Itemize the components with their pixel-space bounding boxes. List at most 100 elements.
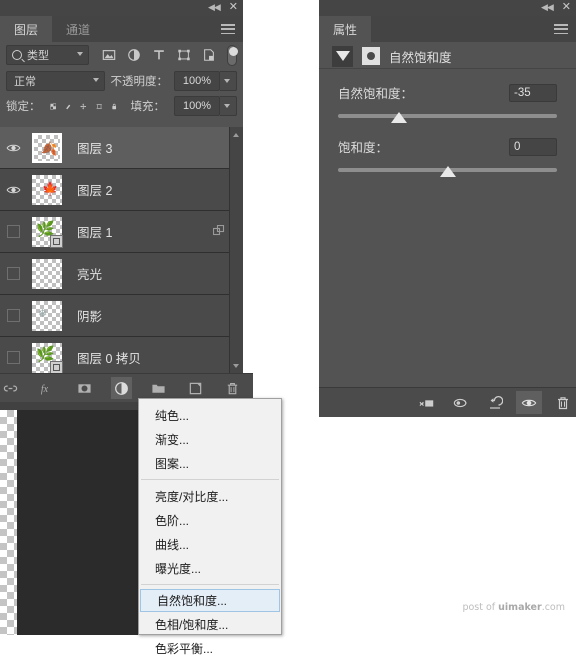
collapse-icon[interactable]: ◀◀ (541, 2, 554, 12)
toggle-previous-state-button[interactable] (448, 391, 474, 414)
lock-image-icon[interactable] (65, 100, 71, 113)
tab-layers[interactable]: 图层 (0, 16, 53, 42)
table-row[interactable]: 🌿 图层 0 拷贝 (0, 337, 243, 374)
toggle-visibility-button[interactable] (516, 391, 542, 414)
new-layer-icon (189, 382, 202, 394)
menu-item-exposure[interactable]: 曝光度... (139, 556, 281, 580)
shape-filter-icon[interactable] (177, 48, 191, 62)
layer-thumb-art: 🍂 (41, 140, 58, 156)
blend-mode-select[interactable]: 正常 (6, 71, 105, 91)
triangle-down-icon (335, 51, 350, 61)
layer-visibility-toggle[interactable] (0, 185, 27, 195)
layer-mask-icon (78, 383, 91, 393)
layer-fx-button[interactable]: fx (37, 377, 58, 399)
svg-text:fx: fx (41, 383, 49, 394)
new-adjustment-layer-button[interactable] (111, 377, 132, 399)
delete-layer-button[interactable] (222, 377, 243, 399)
layer-name[interactable]: 图层 2 (67, 180, 243, 199)
scroll-down-icon[interactable] (233, 364, 239, 368)
search-icon (12, 50, 22, 60)
close-icon[interactable]: ✕ (562, 2, 571, 13)
table-row[interactable]: 🍂 图层 3 (0, 127, 243, 169)
vibrance-label: 自然饱和度： (338, 87, 414, 101)
adjustment-filter-icon[interactable] (127, 48, 141, 62)
layers-scrollbar[interactable] (229, 127, 243, 374)
panel-menu-icon[interactable] (554, 24, 568, 34)
link-layers-button[interactable] (0, 377, 21, 399)
menu-item-hue-saturation[interactable]: 色相/饱和度... (139, 612, 281, 636)
fill-input[interactable]: 100% (174, 96, 221, 116)
smart-object-filter-icon[interactable] (202, 48, 216, 62)
menu-item-solid-color[interactable]: 纯色... (139, 403, 281, 427)
properties-bottom-toolbar (319, 387, 576, 417)
clip-to-layer-button[interactable] (414, 391, 440, 414)
lock-transparency-icon[interactable] (49, 100, 56, 113)
layer-thumbnail[interactable]: 🍂 (27, 132, 67, 163)
table-row[interactable]: ❄ 阴影 (0, 295, 243, 337)
lock-artboard-icon[interactable] (96, 100, 102, 113)
table-row[interactable]: 🌿 图层 1 (0, 211, 243, 253)
reset-button[interactable] (482, 391, 508, 414)
lock-position-icon[interactable] (80, 100, 87, 113)
lock-all-icon[interactable] (111, 100, 117, 113)
layer-thumbnail[interactable]: 🍁 (27, 174, 67, 205)
saturation-slider-track[interactable] (338, 166, 557, 177)
linked-layers-icon[interactable] (213, 225, 225, 237)
menu-item-levels[interactable]: 色阶... (139, 508, 281, 532)
close-icon[interactable]: ✕ (229, 2, 238, 13)
collapse-icon[interactable]: ◀◀ (208, 2, 221, 12)
menu-item-vibrance[interactable]: 自然饱和度... (140, 589, 280, 612)
toggle-visibility-icon (521, 399, 537, 406)
layer-name[interactable]: 图层 0 拷贝 (67, 348, 243, 367)
layer-visibility-toggle[interactable] (0, 143, 27, 153)
fill-dropdown-icon[interactable] (220, 96, 238, 116)
filter-enable-toggle[interactable] (226, 44, 239, 66)
layer-thumbnail[interactable]: 🌿 (27, 342, 67, 374)
layer-visibility-toggle[interactable] (0, 225, 27, 238)
layer-name[interactable]: 亮光 (67, 264, 243, 283)
smart-object-badge-icon (50, 360, 63, 374)
layer-thumbnail[interactable] (27, 258, 67, 289)
layer-thumbnail[interactable]: ❄ (27, 300, 67, 331)
expand-adjustments-button[interactable] (332, 45, 353, 67)
layer-thumbnail[interactable]: 🌿 (27, 216, 67, 248)
lock-label: 锁定： (6, 101, 41, 113)
layer-visibility-toggle[interactable] (0, 351, 27, 364)
eye-off-icon (7, 351, 20, 364)
layer-mask-button[interactable] (74, 377, 95, 399)
new-group-button[interactable] (148, 377, 169, 399)
vibrance-input[interactable]: -35 (509, 83, 557, 102)
layer-name[interactable]: 阴影 (67, 306, 243, 325)
filter-type-select[interactable]: 类型 (6, 45, 89, 65)
table-row[interactable]: 🍁 图层 2 (0, 169, 243, 211)
credit-brand: uimaker (498, 602, 542, 613)
menu-item-curves[interactable]: 曲线... (139, 532, 281, 556)
layer-visibility-toggle[interactable] (0, 267, 27, 280)
panel-menu-icon[interactable] (221, 24, 235, 34)
saturation-slider-handle[interactable] (439, 166, 456, 177)
layer-visibility-toggle[interactable] (0, 309, 27, 322)
saturation-input[interactable]: 0 (509, 137, 557, 156)
vibrance-slider-handle[interactable] (391, 112, 408, 123)
tab-properties[interactable]: 属性 (319, 16, 372, 42)
layer-name[interactable]: 图层 3 (67, 138, 243, 157)
tab-channels[interactable]: 通道 (52, 16, 105, 42)
menu-item-color-balance[interactable]: 色彩平衡... (139, 636, 281, 660)
properties-body: 自然饱和度： -35 饱和度： 0 (319, 68, 576, 389)
text-filter-icon[interactable] (152, 48, 166, 62)
adjustment-type-button[interactable] (362, 47, 380, 65)
chevron-down-icon (92, 78, 99, 82)
properties-header: 自然饱和度 (319, 42, 576, 70)
opacity-input[interactable]: 100% (174, 71, 220, 91)
table-row[interactable]: 亮光 (0, 253, 243, 295)
opacity-dropdown-icon[interactable] (220, 71, 237, 91)
menu-item-brightness-contrast[interactable]: 亮度/对比度... (139, 484, 281, 508)
scroll-up-icon[interactable] (233, 133, 239, 137)
vibrance-slider-track[interactable] (338, 112, 557, 123)
menu-item-gradient[interactable]: 渐变... (139, 427, 281, 451)
image-filter-icon[interactable] (102, 48, 116, 62)
menu-item-pattern[interactable]: 图案... (139, 451, 281, 475)
layer-fx-icon: fx (41, 383, 49, 394)
delete-adjustment-button[interactable] (550, 391, 576, 414)
new-layer-button[interactable] (185, 377, 206, 399)
